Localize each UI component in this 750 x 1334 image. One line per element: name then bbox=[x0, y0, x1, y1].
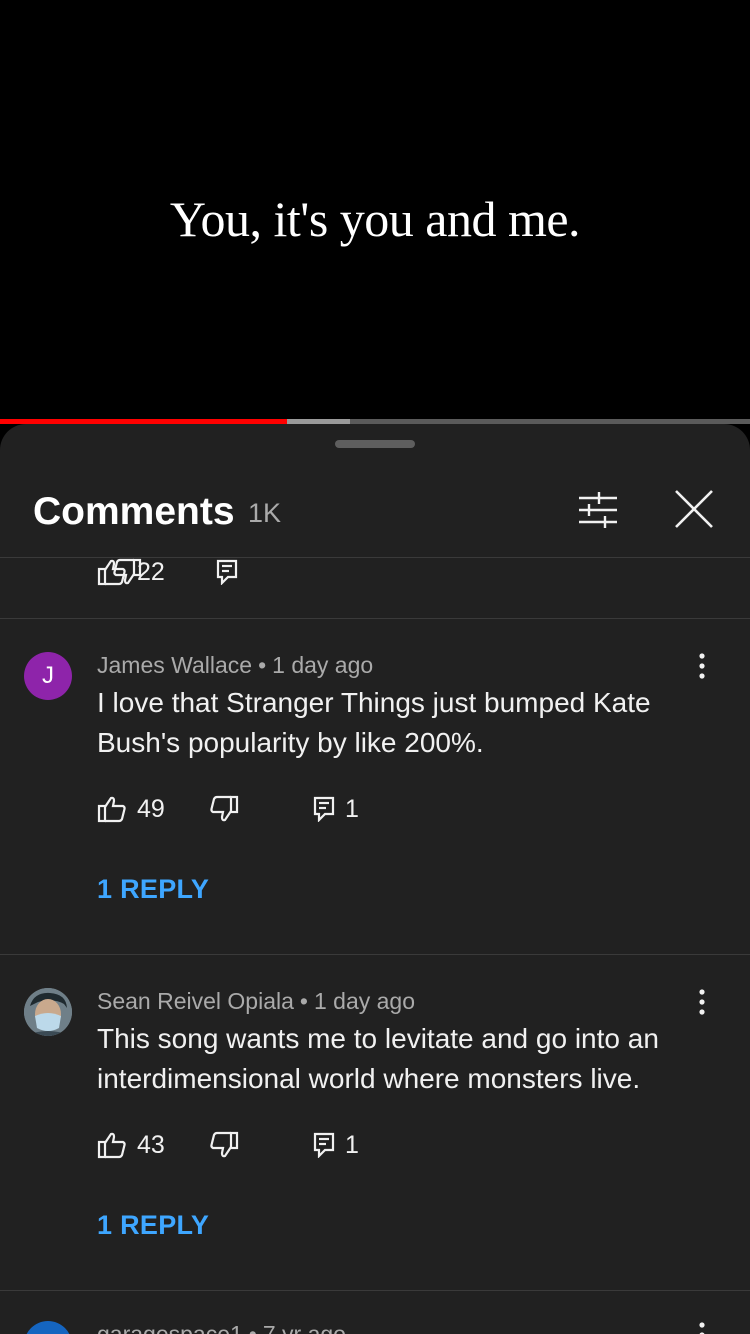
reply-count: 1 bbox=[345, 1130, 359, 1159]
comment-text: This song wants me to levitate and go in… bbox=[97, 1023, 659, 1094]
sliders-icon[interactable] bbox=[575, 490, 621, 530]
dislike-button[interactable] bbox=[112, 557, 142, 587]
meta-separator: • bbox=[258, 652, 267, 678]
thumbs-down-icon bbox=[113, 558, 142, 585]
more-options-icon[interactable] bbox=[692, 652, 712, 680]
close-icon[interactable] bbox=[672, 487, 716, 531]
avatar[interactable]: J bbox=[24, 652, 72, 700]
comment-author[interactable]: James Wallace bbox=[97, 652, 252, 678]
avatar[interactable] bbox=[24, 988, 72, 1036]
avatar[interactable] bbox=[24, 1321, 72, 1334]
reply-count: 1 bbox=[345, 794, 359, 823]
comment-meta: garagespace1 • 7 yr ago bbox=[97, 1321, 346, 1334]
comment-text: I love that Stranger Things just bumped … bbox=[97, 687, 651, 758]
comments-header: Comments 1K bbox=[0, 472, 750, 558]
comment-meta: Sean Reivel Opiala • 1 day ago bbox=[97, 988, 415, 1015]
thumbs-down-icon bbox=[210, 1131, 239, 1158]
reply-button[interactable] bbox=[216, 557, 238, 587]
reply-button[interactable]: 1 bbox=[313, 1130, 359, 1160]
comment-author[interactable]: garagespace1 bbox=[97, 1321, 243, 1334]
comment-item: Sean Reivel Opiala • 1 day ago This song w… bbox=[0, 955, 750, 1291]
view-replies-link[interactable]: 1 REPLY bbox=[97, 1210, 209, 1241]
drag-handle[interactable] bbox=[335, 440, 415, 448]
like-count: 43 bbox=[137, 1130, 165, 1159]
comment-time: 7 yr ago bbox=[262, 1321, 346, 1334]
video-player[interactable]: You, it's you and me. bbox=[0, 0, 750, 425]
comment-item-partial: garagespace1 • 7 yr ago bbox=[0, 1291, 750, 1334]
like-button[interactable]: 43 bbox=[97, 1130, 165, 1160]
thumbs-down-icon bbox=[210, 795, 239, 822]
more-options-icon[interactable] bbox=[692, 1321, 712, 1334]
dislike-button[interactable] bbox=[209, 794, 239, 824]
comments-sheet: Comments 1K 22 J James Wallace • 1 day a… bbox=[0, 424, 750, 1334]
reply-icon bbox=[313, 796, 335, 822]
comment-meta: James Wallace • 1 day ago bbox=[97, 652, 373, 679]
comment-item: J James Wallace • 1 day ago I love that St… bbox=[0, 619, 750, 955]
thumbs-up-icon bbox=[97, 796, 126, 823]
like-button[interactable]: 49 bbox=[97, 794, 165, 824]
comments-title: Comments bbox=[33, 490, 235, 533]
comment-actions: 43 1 bbox=[97, 1130, 497, 1160]
like-count: 49 bbox=[137, 794, 165, 823]
dislike-button[interactable] bbox=[209, 1130, 239, 1160]
reply-button[interactable]: 1 bbox=[313, 794, 359, 824]
meta-separator: • bbox=[299, 988, 308, 1014]
thumbs-up-icon bbox=[97, 1132, 126, 1159]
comments-count: 1K bbox=[248, 498, 282, 528]
comment-author[interactable]: Sean Reivel Opiala bbox=[97, 988, 294, 1014]
more-options-icon[interactable] bbox=[692, 988, 712, 1016]
comment-time: 1 day ago bbox=[313, 988, 415, 1014]
comment-time: 1 day ago bbox=[272, 652, 374, 678]
reply-icon bbox=[313, 1132, 335, 1158]
meta-separator: • bbox=[248, 1321, 257, 1334]
partial-comment-actions: 22 bbox=[0, 557, 750, 619]
reply-icon bbox=[216, 559, 238, 585]
view-replies-link[interactable]: 1 REPLY bbox=[97, 874, 209, 905]
comment-actions: 49 1 bbox=[97, 794, 497, 824]
video-caption: You, it's you and me. bbox=[169, 191, 581, 247]
avatar-photo bbox=[24, 988, 72, 1036]
